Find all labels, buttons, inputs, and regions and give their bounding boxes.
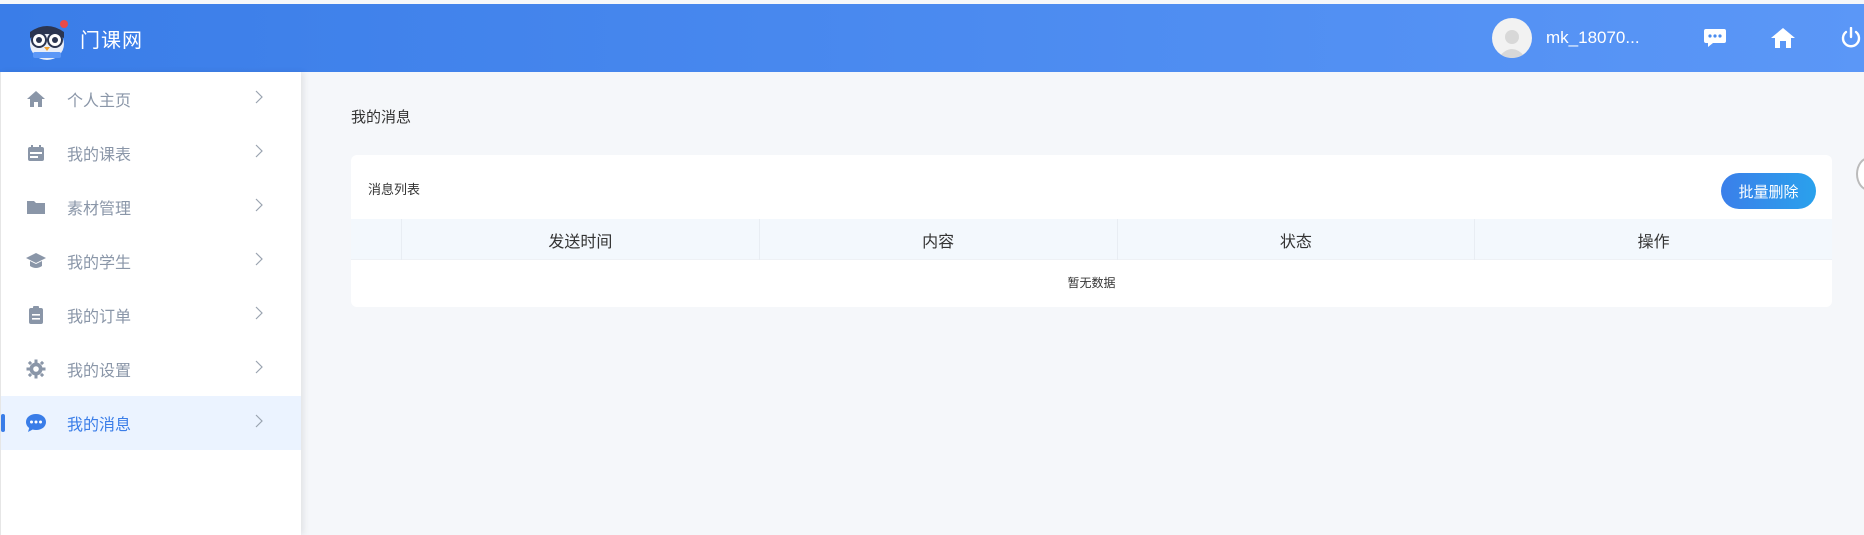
chevron-right-icon: [255, 252, 263, 266]
sidebar-item-orders[interactable]: 我的订单: [1, 288, 301, 342]
table-header: 发送时间 内容 状态 操作: [351, 219, 1832, 260]
graduation-cap-icon: [25, 250, 47, 272]
column-header-send-time[interactable]: 发送时间: [401, 219, 759, 260]
column-header-content[interactable]: 内容: [758, 219, 1117, 260]
power-icon: [1841, 27, 1861, 48]
card-title: 消息列表: [368, 182, 421, 197]
page-title: 我的消息: [351, 109, 412, 126]
empty-state-text: 暂无数据: [1067, 276, 1116, 290]
calendar-icon: [25, 142, 47, 164]
sidebar-item-materials[interactable]: 素材管理: [1, 180, 301, 234]
clipboard-icon: [25, 304, 47, 326]
sidebar-item-label: 我的设置: [67, 363, 132, 380]
chevron-right-icon: [255, 144, 263, 158]
floating-handle[interactable]: [1856, 157, 1864, 191]
sidebar-item-label: 个人主页: [67, 93, 132, 110]
chevron-right-icon: [255, 306, 263, 320]
column-header-actions[interactable]: 操作: [1474, 219, 1832, 260]
home-icon: [25, 88, 47, 110]
batch-delete-button[interactable]: 批量删除: [1721, 173, 1816, 209]
sidebar-item-label: 素材管理: [67, 201, 132, 218]
sidebar-item-label: 我的课表: [67, 147, 132, 164]
sidebar-item-messages[interactable]: 我的消息: [1, 396, 301, 450]
sidebar-item-schedule[interactable]: 我的课表: [1, 126, 301, 180]
chevron-right-icon: [255, 360, 263, 374]
sidebar-item-label: 我的消息: [67, 417, 132, 434]
chevron-right-icon: [255, 198, 263, 212]
chat-icon: [1704, 29, 1726, 47]
chevron-right-icon: [255, 90, 263, 104]
top-header: 门课网 mk_18070...: [0, 4, 1864, 72]
sidebar: 个人主页 我的课表 素材管理 我的学生 我的订单 我的设置 我的消息: [0, 72, 301, 535]
message-list-card: 消息列表 批量删除 发送时间 内容 状态 操作 暂无数据: [351, 155, 1832, 307]
brand-name: 门课网: [80, 29, 143, 52]
folder-icon: [25, 196, 47, 218]
sidebar-item-label: 我的学生: [67, 255, 132, 272]
avatar[interactable]: [1492, 18, 1532, 58]
sidebar-item-settings[interactable]: 我的设置: [1, 342, 301, 396]
sidebar-item-home[interactable]: 个人主页: [1, 72, 301, 126]
select-column-header: [351, 219, 401, 260]
home-button[interactable]: [1770, 25, 1796, 51]
logout-button[interactable]: [1838, 25, 1864, 51]
sidebar-item-label: 我的订单: [67, 309, 132, 326]
user-icon: [1498, 30, 1526, 58]
message-button[interactable]: [1702, 25, 1728, 51]
header-right: mk_18070...: [1492, 4, 1864, 72]
column-header-status[interactable]: 状态: [1116, 219, 1475, 260]
home-icon: [1771, 28, 1795, 48]
chat-icon: [25, 412, 47, 434]
gear-icon: [25, 358, 47, 380]
username[interactable]: mk_18070...: [1546, 28, 1662, 48]
owl-logo-icon: [30, 20, 68, 60]
chevron-right-icon: [255, 414, 263, 428]
sidebar-item-students[interactable]: 我的学生: [1, 234, 301, 288]
logo[interactable]: 门课网: [22, 14, 143, 62]
